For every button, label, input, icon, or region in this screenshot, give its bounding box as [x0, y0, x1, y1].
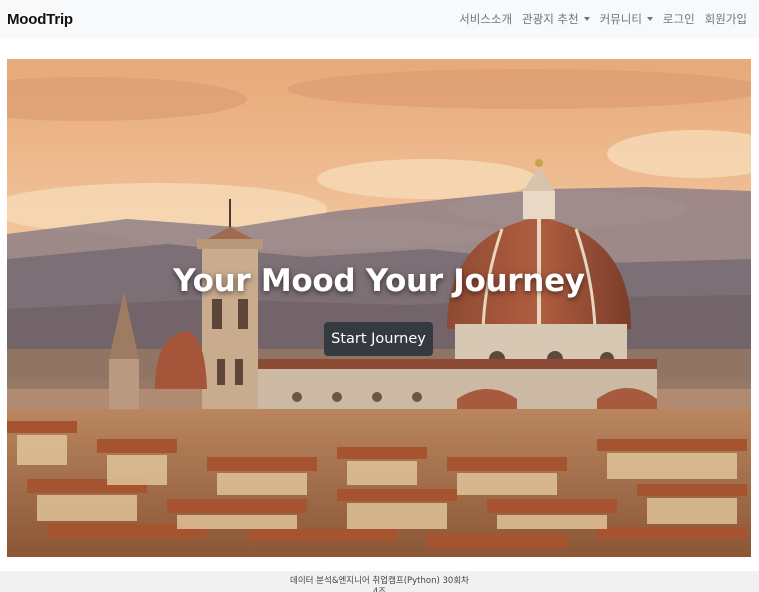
start-journey-button[interactable]: Start Journey [324, 322, 433, 356]
nav-item-community[interactable]: 커뮤니티 [595, 11, 658, 27]
hero-title: Your Mood Your Journey [173, 263, 585, 299]
nav-item-label: 커뮤니티 [599, 12, 642, 26]
chevron-down-icon [646, 17, 653, 21]
hero-section: Your Mood Your Journey Start Journey [7, 59, 751, 557]
nav-item-label: 서비스소개 [459, 12, 513, 26]
nav-item-signup[interactable]: 회원가입 [700, 11, 752, 27]
nav-item-label: 로그인 [662, 12, 695, 26]
footer: 데이터 분석&엔지니어 취업캠프(Python) 30회차 4조 [0, 571, 759, 592]
nav-item-label: 회원가입 [704, 12, 747, 26]
footer-text: 데이터 분석&엔지니어 취업캠프(Python) 30회차 4조 [0, 576, 759, 592]
nav-menu: 서비스소개 관광지 추천 커뮤니티 로그인 회원가입 [454, 11, 752, 27]
footer-line-2: 4조 [372, 587, 387, 592]
nav-item-label: 관광지 추천 [522, 12, 579, 26]
brand-logo[interactable]: MoodTrip [7, 11, 73, 28]
nav-item-service-intro[interactable]: 서비스소개 [454, 11, 517, 27]
hero-background-image [7, 59, 751, 557]
chevron-down-icon [583, 17, 590, 21]
navbar: MoodTrip 서비스소개 관광지 추천 커뮤니티 로그인 회원가입 [0, 0, 759, 38]
nav-item-attraction-recommend[interactable]: 관광지 추천 [517, 11, 595, 27]
nav-item-login[interactable]: 로그인 [658, 11, 700, 27]
footer-line-1: 데이터 분석&엔지니어 취업캠프(Python) 30회차 [290, 576, 469, 586]
